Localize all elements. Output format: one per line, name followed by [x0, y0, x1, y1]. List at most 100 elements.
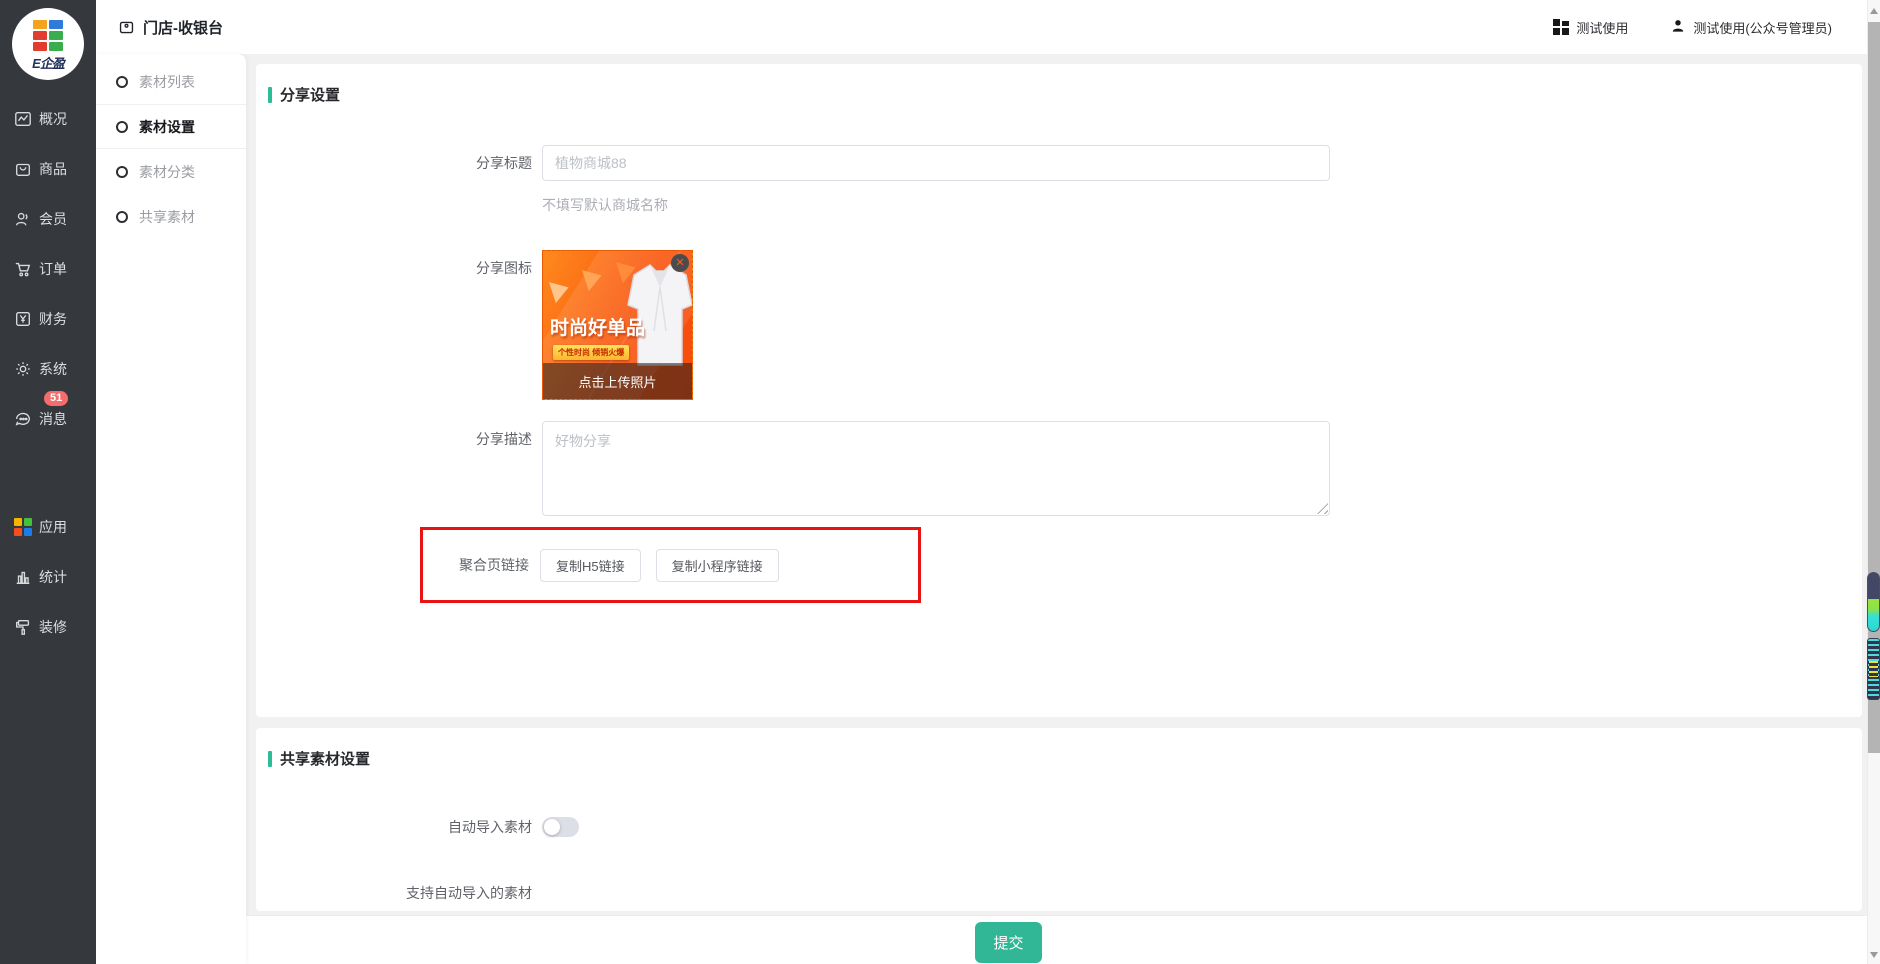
- section-accent-bar: [268, 751, 272, 767]
- scroll-down-icon[interactable]: [1870, 952, 1878, 958]
- sidebar-item-label: 系统: [39, 359, 67, 379]
- upload-text: 点击上传照片: [578, 372, 656, 391]
- sidebar-item-label: 会员: [39, 209, 67, 229]
- section-accent-bar: [268, 87, 272, 103]
- share-title-input[interactable]: [542, 145, 1330, 181]
- sidebar-item-overview[interactable]: 概况: [0, 94, 96, 144]
- share-title-label: 分享标题: [256, 145, 532, 181]
- sidebar-item-label: 概况: [39, 109, 67, 129]
- banner-subline: 个性时尚 倾销火爆: [553, 345, 629, 360]
- shared-material-card: 共享素材设置 自动导入素材 支持自动导入的素材: [256, 728, 1862, 911]
- decorate-icon: [13, 618, 32, 637]
- sidebar-item-material-list[interactable]: 素材列表: [96, 59, 246, 104]
- sidebar-item-order[interactable]: 订单: [0, 244, 96, 294]
- goods-icon: [13, 160, 32, 179]
- sidebar-item-stats[interactable]: 统计: [0, 552, 96, 602]
- submenu-label: 素材列表: [139, 72, 195, 92]
- sidebar-item-label: 商品: [39, 159, 67, 179]
- sidebar-item-label: 消息: [39, 409, 67, 429]
- share-icon-label: 分享图标: [256, 250, 532, 286]
- circle-icon: [116, 76, 128, 88]
- sidebar-item-system[interactable]: 系统: [0, 344, 96, 394]
- banner-headline: 时尚好单品: [550, 313, 645, 340]
- workspace-grid-icon: [1553, 19, 1569, 35]
- sidebar-item-label: 统计: [39, 567, 67, 587]
- sidebar-item-material-category[interactable]: 素材分类: [96, 149, 246, 194]
- section-header: 分享设置: [256, 64, 1862, 105]
- sidebar-item-material-settings[interactable]: 素材设置: [96, 104, 246, 149]
- member-icon: [13, 210, 32, 229]
- circle-icon: [116, 121, 128, 133]
- page-title: 门店-收银台: [143, 17, 223, 38]
- finance-icon: [13, 310, 32, 329]
- annotation-red-box: 聚合页链接 复制H5链接 复制小程序链接: [420, 527, 921, 603]
- section-title: 共享素材设置: [280, 748, 370, 769]
- copy-miniprogram-link-button[interactable]: 复制小程序链接: [656, 549, 779, 582]
- store-icon: [118, 19, 135, 36]
- share-title-row: 分享标题: [256, 145, 1862, 181]
- sidebar-item-shared-material[interactable]: 共享素材: [96, 194, 246, 239]
- sidebar-item-message[interactable]: 消息 51: [0, 394, 96, 444]
- right-pane: 门店-收银台 测试使用 测试使用(公众号管理员): [96, 0, 1880, 964]
- logo-mark: [33, 20, 63, 51]
- share-desc-label: 分享描述: [256, 421, 532, 457]
- logo-text: E企盈: [32, 53, 64, 72]
- share-desc-textarea[interactable]: [542, 421, 1330, 516]
- message-icon: [13, 410, 32, 429]
- app-root: E企盈 概况 商品 会员: [0, 0, 1880, 964]
- overview-icon: [13, 110, 32, 129]
- header-actions: 测试使用 测试使用(公众号管理员): [1553, 18, 1832, 37]
- sidebar-item-member[interactable]: 会员: [0, 194, 96, 244]
- sidebar-item-goods[interactable]: 商品: [0, 144, 96, 194]
- submenu-label: 素材设置: [139, 117, 195, 137]
- app-logo[interactable]: E企盈: [12, 8, 84, 80]
- section-header: 共享素材设置: [256, 728, 1862, 769]
- submenu-label: 素材分类: [139, 162, 195, 182]
- body-row: 素材列表 素材设置 素材分类 共享素材: [96, 54, 1880, 964]
- account-menu[interactable]: 测试使用(公众号管理员): [1670, 18, 1832, 37]
- workspace-label: 测试使用: [1576, 18, 1628, 37]
- apps-icon: [13, 518, 32, 537]
- remove-image-button[interactable]: ✕: [671, 254, 689, 272]
- breadcrumb: 门店-收银台: [118, 17, 223, 38]
- workspace-switcher[interactable]: 测试使用: [1553, 18, 1628, 37]
- sidebar-item-label: 订单: [39, 259, 67, 279]
- textarea-wrapper: [542, 421, 1330, 516]
- circle-icon: [116, 211, 128, 223]
- main-content: 分享设置 分享标题 不填写默认商城名称 分享图标: [246, 54, 1880, 964]
- sub-sidebar: 素材列表 素材设置 素材分类 共享素材: [96, 54, 246, 964]
- sidebar-item-finance[interactable]: 财务: [0, 294, 96, 344]
- submit-bar: 提交: [246, 915, 1880, 964]
- auto-import-row: 自动导入素材: [256, 817, 1862, 837]
- submit-button[interactable]: 提交: [975, 922, 1042, 963]
- account-label: 测试使用(公众号管理员): [1693, 18, 1832, 37]
- section-title: 分享设置: [280, 84, 340, 105]
- share-title-hint: 不填写默认商城名称: [542, 195, 1862, 215]
- meter-overlay-widget: [1867, 638, 1880, 700]
- auto-import-toggle[interactable]: [542, 817, 579, 837]
- top-header: 门店-收银台 测试使用 测试使用(公众号管理员): [96, 0, 1880, 54]
- support-material-row: 支持自动导入的素材: [256, 883, 1862, 903]
- aggregate-link-label: 聚合页链接: [423, 555, 529, 575]
- scroll-up-icon[interactable]: [1870, 8, 1878, 14]
- copy-h5-link-button[interactable]: 复制H5链接: [540, 549, 641, 582]
- toggle-knob: [544, 819, 560, 835]
- main-nav: 概况 商品 会员 订单: [0, 94, 96, 652]
- sidebar-item-label: 应用: [39, 517, 67, 537]
- circle-icon: [116, 166, 128, 178]
- auto-import-label: 自动导入素材: [256, 817, 532, 837]
- user-icon: [1670, 18, 1686, 37]
- sidebar-item-decorate[interactable]: 装修: [0, 602, 96, 652]
- system-icon: [13, 360, 32, 379]
- share-icon-upload[interactable]: 时尚好单品 个性时尚 倾销火爆 点击上传照片 ✕: [542, 250, 693, 400]
- share-settings-form: 分享标题 不填写默认商城名称 分享图标: [256, 145, 1862, 603]
- page-scrollbar[interactable]: [1867, 0, 1880, 964]
- support-material-label: 支持自动导入的素材: [256, 883, 532, 903]
- sidebar-item-label: 装修: [39, 617, 67, 637]
- stats-icon: [13, 568, 32, 587]
- upload-overlay[interactable]: 点击上传照片: [543, 363, 692, 399]
- sidebar-item-apps[interactable]: 应用: [0, 502, 96, 552]
- share-desc-row: 分享描述: [256, 421, 1862, 516]
- gauge-overlay-widget: [1867, 572, 1880, 632]
- message-count-badge: 51: [44, 391, 68, 406]
